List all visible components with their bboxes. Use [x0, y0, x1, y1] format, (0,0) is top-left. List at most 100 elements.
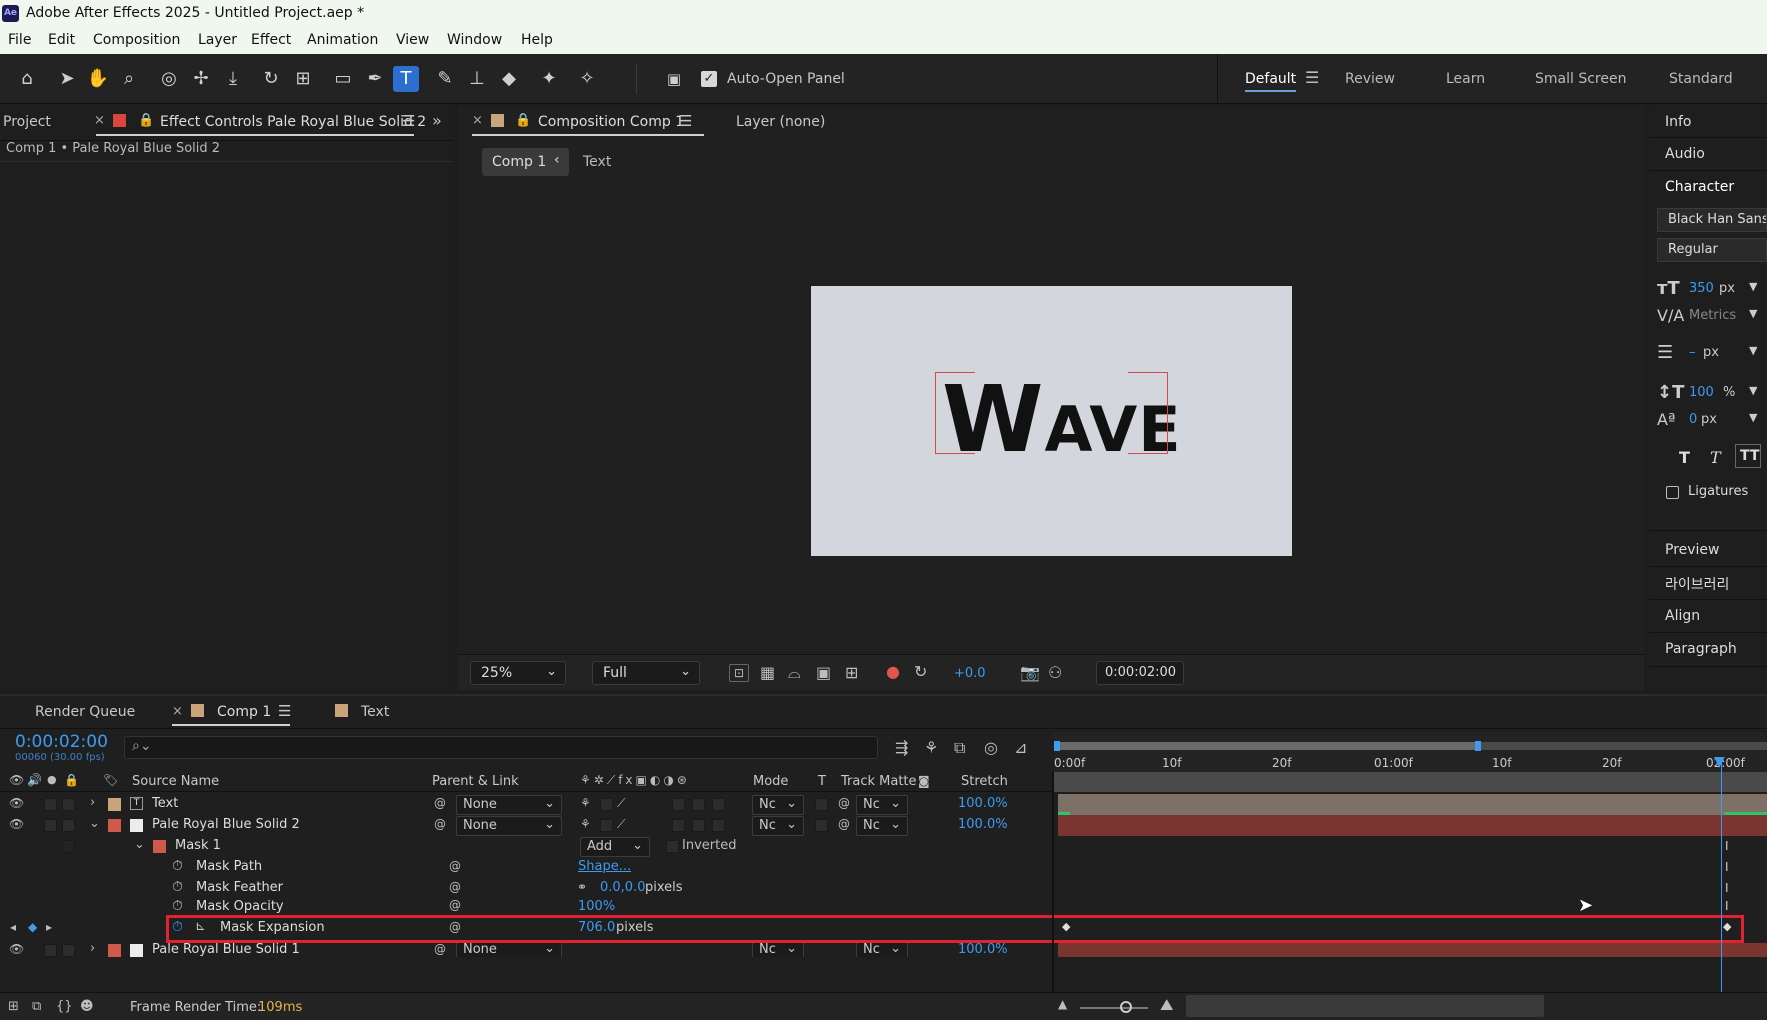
brush-tool-icon[interactable]: ✎	[432, 66, 458, 92]
preserve-transparency-switch[interactable]	[815, 798, 828, 811]
tab-layer[interactable]: Layer (none)	[736, 114, 825, 130]
mask-path-row[interactable]: ⏱ Mask Path @ Shape...	[0, 857, 1052, 878]
constrain-proportions-link-icon[interactable]: ⚭	[577, 881, 587, 893]
info-panel-tab[interactable]: Info	[1665, 114, 1692, 130]
matte-pick-whip-icon[interactable]: @	[838, 797, 850, 809]
lock-switch[interactable]	[62, 798, 75, 811]
font-size-value[interactable]: 350	[1689, 281, 1714, 296]
fast-preview-icon[interactable]: ⊡	[729, 664, 749, 682]
region-of-interest-icon[interactable]: ▣	[816, 665, 831, 681]
panel-menu-icon[interactable]: ☰	[679, 112, 692, 130]
puppet-pin-icon[interactable]: ✧	[574, 66, 600, 92]
toggle-switches-icon[interactable]: ⊞	[8, 1000, 19, 1013]
reset-exposure-icon[interactable]: ↻	[914, 664, 927, 680]
adjustment-switch[interactable]	[692, 798, 705, 811]
mask-lock-switch[interactable]	[62, 840, 75, 853]
shy-switch-icon[interactable]: ⚘	[580, 797, 591, 809]
mode-dropdown[interactable]: Nc ⌄	[752, 943, 804, 957]
tab-render-queue[interactable]: Render Queue	[35, 704, 135, 720]
chevron-down-icon[interactable]: ⌄	[89, 816, 100, 831]
3d-switch[interactable]	[712, 798, 725, 811]
layer-name[interactable]: Pale Royal Blue Solid 1	[152, 943, 300, 957]
pick-whip-icon[interactable]: @	[449, 899, 461, 911]
workspace-menu-icon[interactable]: ☰	[1305, 68, 1319, 87]
track-matte-dropdown[interactable]: Nc ⌄	[856, 795, 908, 815]
layer-label-color[interactable]	[108, 944, 121, 957]
mask-visibility-icon[interactable]: ⌓	[788, 665, 801, 681]
inverted-checkbox[interactable]	[666, 840, 679, 853]
mode-dropdown[interactable]: Nc ⌄	[752, 816, 804, 836]
track-matte-dropdown[interactable]: Nc ⌄	[856, 943, 908, 957]
pick-whip-icon[interactable]: @	[434, 797, 446, 809]
expand-panels-icon[interactable]: »	[432, 111, 442, 130]
work-area-end-handle[interactable]	[1475, 741, 1481, 751]
toggle-in-out-icon[interactable]: {}	[56, 1000, 73, 1013]
chevron-down-icon[interactable]: ▼	[1749, 307, 1757, 320]
pick-whip-icon[interactable]: @	[449, 881, 461, 893]
stopwatch-icon[interactable]: ⏱	[172, 880, 183, 894]
selection-tool-icon[interactable]: ➤	[54, 66, 80, 92]
eraser-tool-icon[interactable]: ◆	[496, 66, 522, 92]
panel-menu-icon[interactable]: ▣	[661, 66, 687, 92]
toggle-modes-icon[interactable]: ⧉	[32, 1000, 41, 1013]
pen-tool-icon[interactable]: ✒	[362, 66, 388, 92]
home-icon[interactable]: ⌂	[14, 66, 40, 92]
mask-feather-row[interactable]: ⏱ Mask Feather @ ⚭ 0.0,0.0 pixels	[0, 878, 1052, 899]
next-keyframe-icon[interactable]: ▸	[46, 920, 52, 934]
leading-value[interactable]: –	[1689, 345, 1696, 360]
baseline-shift-value[interactable]: 0	[1689, 412, 1697, 427]
color-channels-icon[interactable]: ●	[886, 664, 900, 680]
layer-label-color[interactable]	[108, 819, 121, 832]
pan-camera-icon[interactable]: ✢	[188, 66, 214, 92]
workspace-review[interactable]: Review	[1345, 71, 1395, 87]
lock-switch[interactable]	[62, 944, 75, 957]
hand-tool-icon[interactable]: ✋	[85, 66, 111, 92]
header-track-matte[interactable]: Track Matte	[841, 774, 917, 789]
zoom-tool-icon[interactable]: ⌕	[116, 66, 142, 92]
zoom-slider-track[interactable]	[1080, 1007, 1148, 1009]
stopwatch-icon[interactable]: ⏱	[172, 899, 183, 913]
header-stretch[interactable]: Stretch	[961, 774, 1008, 789]
lock-switch[interactable]	[62, 819, 75, 832]
mask-mode-dropdown[interactable]: Add ⌄	[580, 837, 650, 857]
libraries-panel-tab[interactable]: 라이브러리	[1665, 574, 1729, 594]
faux-bold-icon[interactable]: T	[1679, 448, 1690, 467]
align-panel-tab[interactable]: Align	[1665, 608, 1700, 624]
solo-switch[interactable]	[44, 819, 57, 832]
preview-panel-tab[interactable]: Preview	[1665, 542, 1720, 558]
solid-1-layer-track[interactable]	[1058, 943, 1767, 957]
tab-comp-1[interactable]: Comp 1	[217, 704, 271, 720]
timeline-scrollbar[interactable]	[1186, 995, 1544, 1017]
auto-open-checkbox[interactable]: ✓	[701, 71, 717, 87]
mask-opacity-row[interactable]: ⏱ Mask Opacity @ 100%	[0, 899, 1052, 913]
solo-switch[interactable]	[44, 798, 57, 811]
tab-text[interactable]: Text	[361, 704, 389, 720]
stretch-value[interactable]: 100.0%	[958, 817, 1008, 832]
transparency-grid-icon[interactable]: ▦	[760, 665, 775, 681]
dolly-camera-icon[interactable]: ⤓	[220, 66, 246, 92]
quality-switch-icon[interactable]: ⟋	[617, 818, 625, 830]
lock-icon[interactable]: 🔒	[515, 113, 531, 128]
current-time-display[interactable]: 0:00:02:00	[1096, 661, 1184, 685]
work-area-range[interactable]	[1054, 742, 1479, 750]
chevron-down-icon[interactable]: ⌄	[134, 837, 145, 852]
collapse-switch[interactable]	[600, 798, 613, 811]
previous-keyframe-icon[interactable]: ◂	[10, 920, 16, 934]
parent-dropdown[interactable]: None ⌄	[456, 943, 562, 957]
text-layer-track[interactable]	[1058, 794, 1767, 815]
chevron-down-icon[interactable]: ▼	[1749, 280, 1757, 293]
font-family-field[interactable]: Black Han Sans	[1657, 208, 1767, 232]
exposure-value[interactable]: +0.0	[954, 666, 986, 681]
graph-editor-icon[interactable]: ⊿	[1014, 740, 1027, 756]
quality-switch-icon[interactable]: ⟋	[617, 797, 625, 809]
pick-whip-icon[interactable]: @	[449, 860, 461, 872]
playhead-line[interactable]	[1721, 760, 1722, 992]
menu-animation[interactable]: Animation	[307, 32, 378, 48]
zoom-out-mountain-icon[interactable]: ▲	[1058, 998, 1067, 1010]
mask-color-swatch[interactable]	[153, 840, 166, 853]
snapshot-camera-icon[interactable]: 📷	[1020, 665, 1040, 681]
layer-row-text[interactable]: 👁 › T Text @ None ⌄ ⚘ ⟋ Nc ⌄ @ Nc ⌄ 100.0%	[0, 794, 1052, 815]
chevron-down-icon[interactable]: ▼	[1749, 344, 1757, 357]
playhead-handle-icon[interactable]: ▼	[1714, 754, 1725, 770]
layer-name[interactable]: Pale Royal Blue Solid 2	[152, 817, 300, 832]
